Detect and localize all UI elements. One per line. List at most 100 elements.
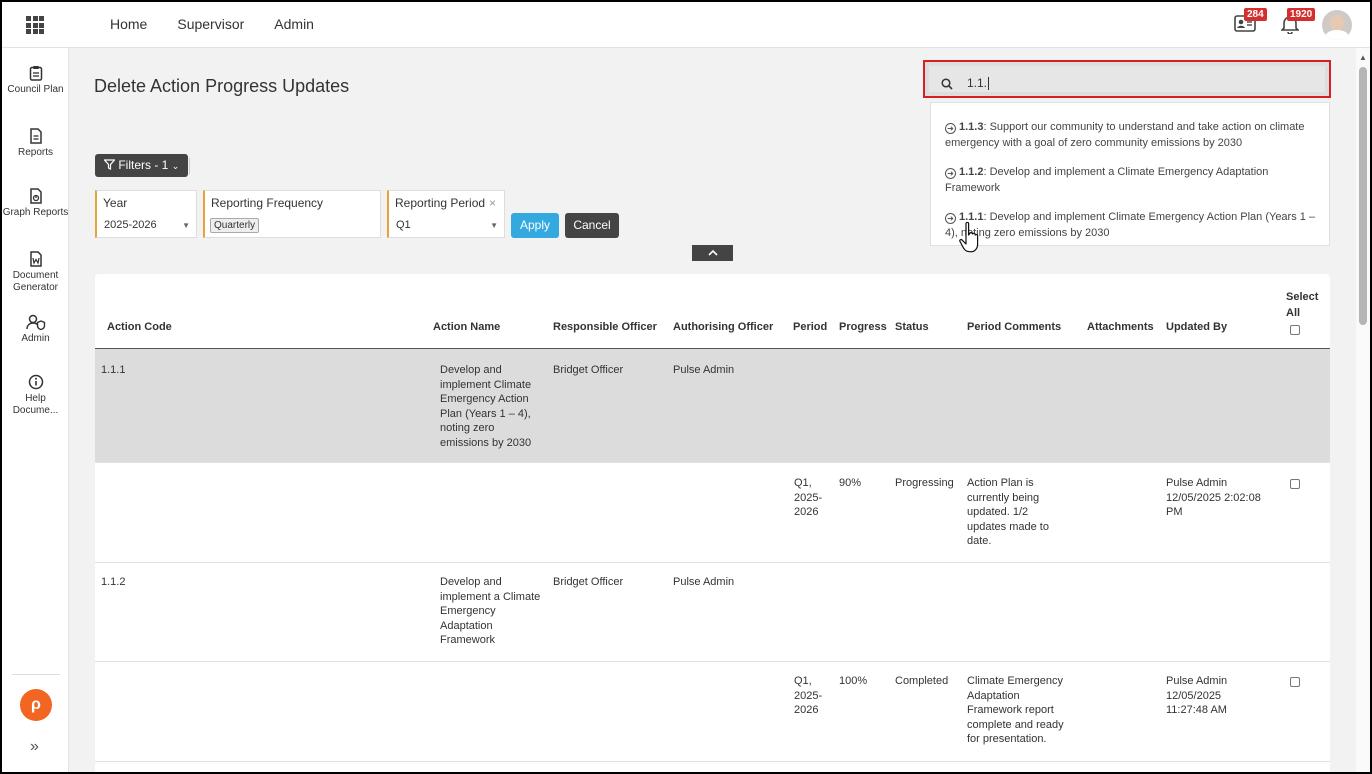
col-progress[interactable]: Progress: [839, 321, 887, 333]
nav-admin[interactable]: Admin: [274, 16, 314, 32]
sidebar-item-label: Help Docume...: [12, 393, 59, 416]
reporting-frequency-filter[interactable]: Reporting Frequency Quarterly: [203, 190, 381, 238]
progress-updates-table: Action Code Action Name Responsible Offi…: [95, 274, 1330, 772]
hand-cursor-icon: [959, 221, 979, 253]
graph-document-icon: [29, 188, 42, 204]
row-select-checkbox[interactable]: [1290, 677, 1300, 687]
clipboard-icon: [29, 66, 42, 81]
update-comments: Action Plan is currently being updated. …: [967, 477, 1049, 547]
sidebar-item-reports[interactable]: Reports: [2, 128, 69, 159]
arrow-right-circle-icon: ➜: [945, 123, 956, 134]
col-responsible-officer[interactable]: Responsible Officer: [553, 321, 657, 333]
sidebar-item-graph-reports[interactable]: Graph Reports: [2, 188, 69, 219]
update-updated-by: Pulse Admin 12/05/2025 11:27:48 AM: [1166, 675, 1228, 716]
reporting-period-filter[interactable]: Reporting Period × Q1 ▼: [387, 190, 505, 238]
filters-button[interactable]: Filters - 1 ⌄: [95, 154, 189, 177]
update-status: Completed: [895, 675, 949, 687]
info-icon: [28, 374, 43, 390]
col-updated-by[interactable]: Updated By: [1166, 321, 1227, 333]
scrollbar-thumb[interactable]: [1359, 67, 1367, 325]
sidebar-item-label: Graph Reports: [2, 207, 69, 218]
clear-icon[interactable]: ×: [489, 196, 496, 210]
row-select-checkbox[interactable]: [1290, 479, 1300, 489]
sidebar-item-document-generator[interactable]: Document Generator: [2, 251, 69, 294]
dropdown-caret-icon: ▼: [490, 221, 498, 230]
update-progress: 100%: [839, 675, 868, 687]
search-input[interactable]: 1.1.: [967, 76, 989, 90]
update-period: Q1, 2025-2026: [794, 675, 823, 716]
cancel-button[interactable]: Cancel: [565, 213, 619, 238]
frequency-chip[interactable]: Quarterly: [210, 218, 260, 233]
table-row: Q1, 2025-2026 90% Progressing Action Pla…: [95, 463, 1330, 563]
col-attachments[interactable]: Attachments: [1087, 321, 1154, 333]
filter-icon: [103, 159, 116, 170]
suggestion-item[interactable]: ➜ 1.1.2: Develop and implement a Climate …: [945, 164, 1325, 196]
suggestion-item[interactable]: ➜ 1.1.3: Support our community to underst…: [945, 119, 1325, 151]
year-filter[interactable]: Year 2025-2026 ▼: [95, 190, 197, 238]
suggestion-code: 1.1.3: [959, 121, 984, 133]
notifications-badge: 1920: [1287, 8, 1316, 21]
arrow-right-circle-icon: ➜: [945, 213, 956, 224]
table-row: 1.1.1 Develop and implement Climate Emer…: [95, 349, 1330, 463]
notifications-button[interactable]: 1920: [1280, 8, 1316, 37]
search-icon: [941, 78, 953, 90]
expand-sidebar-icon[interactable]: »: [30, 738, 39, 756]
suggestion-code: 1.1.2: [959, 166, 984, 178]
contacts-badge: 284: [1244, 8, 1267, 21]
frequency-label: Reporting Frequency: [211, 196, 324, 210]
action-code: 1.1.2: [101, 576, 126, 588]
sidebar-item-help-documents[interactable]: Help Docume...: [2, 374, 69, 417]
sidebar-item-council-plan[interactable]: Council Plan: [2, 65, 69, 96]
col-period-comments[interactable]: Period Comments: [967, 321, 1061, 333]
update-progress: 90%: [839, 477, 862, 489]
select-all-checkbox[interactable]: [1290, 325, 1300, 335]
sidebar-item-label: Reports: [17, 147, 53, 158]
collapse-filters-button[interactable]: [692, 245, 733, 261]
update-comments: Climate Emergency Adaptation Framework r…: [967, 675, 1064, 745]
suggestion-item[interactable]: ➜ 1.1.1: Develop and implement Climate Em…: [945, 209, 1325, 241]
pulse-logo: ρ: [20, 689, 52, 721]
col-action-code[interactable]: Action Code: [107, 321, 172, 333]
sidebar-divider: [12, 674, 60, 675]
top-bar: Home Supervisor Admin 284 1920: [2, 2, 1370, 48]
divider: [189, 158, 190, 174]
col-action-name[interactable]: Action Name: [433, 321, 500, 333]
chevron-up-icon: [707, 249, 718, 256]
authorising-officer: Pulse Admin: [673, 576, 735, 588]
apps-grid-icon[interactable]: [26, 16, 44, 34]
update-period: Q1, 2025-2026: [794, 477, 823, 518]
period-value: Q1: [396, 219, 411, 231]
action-code: 1.1.1: [101, 364, 126, 376]
word-document-icon: [29, 251, 42, 267]
search-box[interactable]: 1.1.: [923, 60, 1331, 98]
nav-supervisor[interactable]: Supervisor: [177, 16, 244, 32]
col-period[interactable]: Period: [793, 321, 827, 333]
chevron-down-icon: ⌄: [171, 161, 180, 171]
user-shield-icon: [25, 314, 45, 330]
update-updated-by: Pulse Admin 12/05/2025 2:02:08 PM: [1166, 477, 1261, 518]
col-status[interactable]: Status: [895, 321, 929, 333]
responsible-officer: Bridget Officer: [553, 576, 624, 588]
main-nav: Home Supervisor Admin: [110, 16, 314, 32]
apply-button[interactable]: Apply: [511, 213, 559, 238]
avatar[interactable]: [1322, 10, 1352, 40]
scroll-up-arrow-icon[interactable]: ▲: [1359, 53, 1367, 62]
suggestion-text: : Develop and implement Climate Emergenc…: [945, 211, 1316, 239]
suggestion-text: : Support our community to understand an…: [945, 121, 1305, 149]
contacts-button[interactable]: 284: [1234, 8, 1267, 35]
sidebar-item-label: Admin: [21, 333, 50, 344]
filters-label: Filters - 1: [118, 158, 169, 172]
col-authorising-officer[interactable]: Authorising Officer: [673, 321, 773, 333]
col-select-all: Select All: [1286, 291, 1319, 319]
responsible-officer: Bridget Officer: [553, 364, 624, 376]
table-row: Q1, 2025-2026 100% Completed Climate Eme…: [95, 662, 1330, 762]
action-name: Develop and implement Climate Emergency …: [440, 364, 532, 449]
arrow-right-circle-icon: ➜: [945, 168, 956, 179]
table-row: 1.1.2 Develop and implement a Climate Em…: [95, 563, 1330, 662]
action-name: Develop and implement a Climate Emergenc…: [440, 576, 541, 646]
search-suggestions: ➜ 1.1.3: Support our community to underst…: [930, 102, 1330, 246]
nav-home[interactable]: Home: [110, 16, 147, 32]
sidebar-item-label: Document Generator: [12, 270, 59, 293]
year-value: 2025-2026: [104, 219, 157, 231]
sidebar-item-admin[interactable]: Admin: [2, 314, 69, 345]
